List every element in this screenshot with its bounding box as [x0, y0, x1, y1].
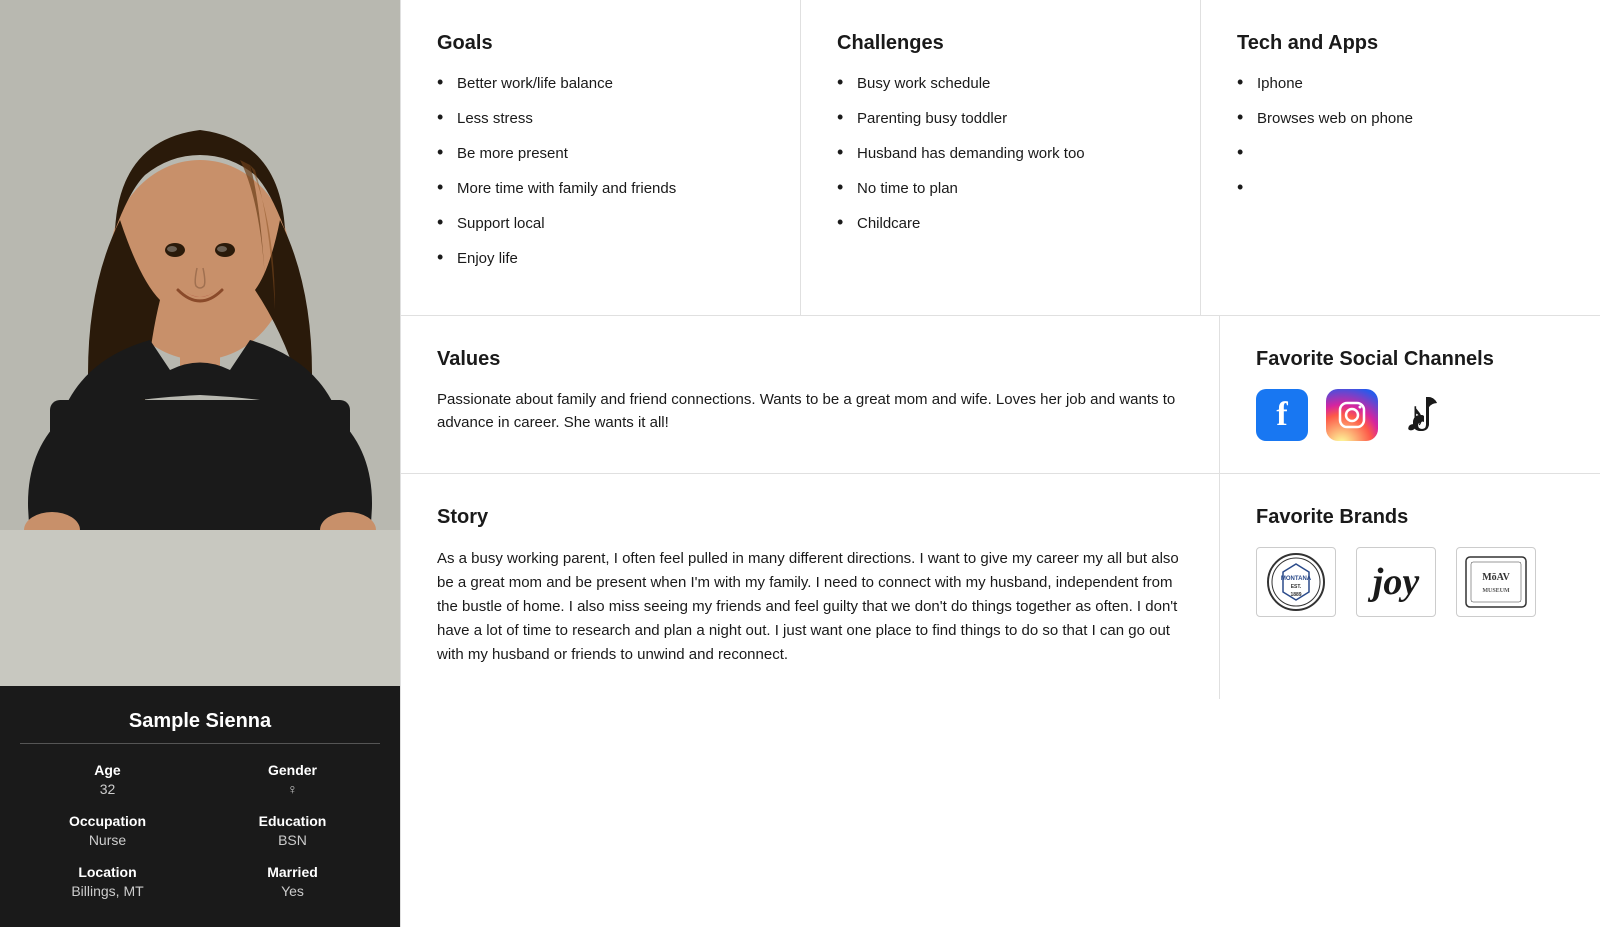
- tiktok-icon[interactable]: ♪: [1396, 389, 1448, 441]
- list-item: Childcare: [837, 213, 1164, 234]
- svg-text:MONTANA: MONTANA: [1281, 576, 1312, 582]
- list-item: Browses web on phone: [1237, 108, 1564, 129]
- age-label: Age: [20, 762, 195, 778]
- brands-column: Favorite Brands MONTANA EST. 1889: [1220, 474, 1600, 699]
- facebook-icon[interactable]: f: [1256, 389, 1308, 441]
- list-item: [1237, 143, 1564, 164]
- list-item: Better work/life balance: [437, 73, 764, 94]
- married-stat: Married Yes: [205, 864, 380, 899]
- goals-column: Goals Better work/life balance Less stre…: [401, 0, 801, 315]
- list-item: Iphone: [1237, 73, 1564, 94]
- tech-title: Tech and Apps: [1237, 32, 1564, 55]
- name-divider: [20, 743, 380, 744]
- values-title: Values: [437, 348, 1183, 371]
- story-column: Story As a busy working parent, I often …: [401, 474, 1220, 699]
- education-stat: Education BSN: [205, 813, 380, 848]
- persona-photo: [0, 0, 400, 686]
- married-value: Yes: [205, 883, 380, 899]
- occupation-value: Nurse: [20, 832, 195, 848]
- challenges-title: Challenges: [837, 32, 1164, 55]
- right-panel: Goals Better work/life balance Less stre…: [400, 0, 1600, 927]
- gender-stat: Gender ♀: [205, 762, 380, 797]
- svg-text:joy: joy: [1368, 561, 1420, 603]
- age-value: 32: [20, 781, 195, 797]
- info-panel: Sample Sienna Age 32 Gender ♀ Occupation…: [0, 686, 400, 927]
- svg-text:MōAV: MōAV: [1482, 572, 1510, 583]
- challenges-column: Challenges Busy work schedule Parenting …: [801, 0, 1201, 315]
- values-column: Values Passionate about family and frien…: [401, 316, 1220, 473]
- age-stat: Age 32: [20, 762, 195, 797]
- education-label: Education: [205, 813, 380, 829]
- values-text: Passionate about family and friend conne…: [437, 389, 1183, 434]
- social-title: Favorite Social Channels: [1256, 348, 1564, 371]
- left-panel: Sample Sienna Age 32 Gender ♀ Occupation…: [0, 0, 400, 927]
- svg-text:EST.: EST.: [1291, 584, 1302, 590]
- gender-value: ♀: [205, 781, 380, 797]
- list-item: No time to plan: [837, 178, 1164, 199]
- middle-section: Values Passionate about family and frien…: [401, 316, 1600, 474]
- svg-text:1889: 1889: [1290, 592, 1301, 598]
- brand-montana: MONTANA EST. 1889: [1256, 547, 1336, 617]
- list-item: [1237, 178, 1564, 199]
- story-text: As a busy working parent, I often feel p…: [437, 547, 1183, 667]
- svg-text:MUSEUM: MUSEUM: [1482, 588, 1510, 594]
- brand-moav: MōAV MUSEUM: [1456, 547, 1536, 617]
- brand-joy: joy: [1356, 547, 1436, 617]
- brands-title: Favorite Brands: [1256, 506, 1564, 529]
- list-item: Less stress: [437, 108, 764, 129]
- goals-title: Goals: [437, 32, 764, 55]
- list-item: Husband has demanding work too: [837, 143, 1164, 164]
- challenges-list: Busy work schedule Parenting busy toddle…: [837, 73, 1164, 234]
- location-stat: Location Billings, MT: [20, 864, 195, 899]
- bottom-section: Story As a busy working parent, I often …: [401, 474, 1600, 699]
- stats-grid: Age 32 Gender ♀ Occupation Nurse Educati…: [20, 762, 380, 899]
- occupation-stat: Occupation Nurse: [20, 813, 195, 848]
- instagram-icon[interactable]: [1326, 389, 1378, 441]
- list-item: Be more present: [437, 143, 764, 164]
- story-title: Story: [437, 506, 1183, 529]
- social-icons: f ♪: [1256, 389, 1564, 441]
- list-item: Enjoy life: [437, 248, 764, 269]
- list-item: Busy work schedule: [837, 73, 1164, 94]
- list-item: Support local: [437, 213, 764, 234]
- location-label: Location: [20, 864, 195, 880]
- tech-column: Tech and Apps Iphone Browses web on phon…: [1201, 0, 1600, 315]
- education-value: BSN: [205, 832, 380, 848]
- location-value: Billings, MT: [20, 883, 195, 899]
- brand-logos: MONTANA EST. 1889 joy MōAV: [1256, 547, 1564, 617]
- persona-name: Sample Sienna: [20, 710, 380, 733]
- top-section: Goals Better work/life balance Less stre…: [401, 0, 1600, 316]
- goals-list: Better work/life balance Less stress Be …: [437, 73, 764, 269]
- list-item: Parenting busy toddler: [837, 108, 1164, 129]
- occupation-label: Occupation: [20, 813, 195, 829]
- gender-label: Gender: [205, 762, 380, 778]
- list-item: More time with family and friends: [437, 178, 764, 199]
- tech-list: Iphone Browses web on phone: [1237, 73, 1564, 199]
- married-label: Married: [205, 864, 380, 880]
- social-column: Favorite Social Channels f: [1220, 316, 1600, 473]
